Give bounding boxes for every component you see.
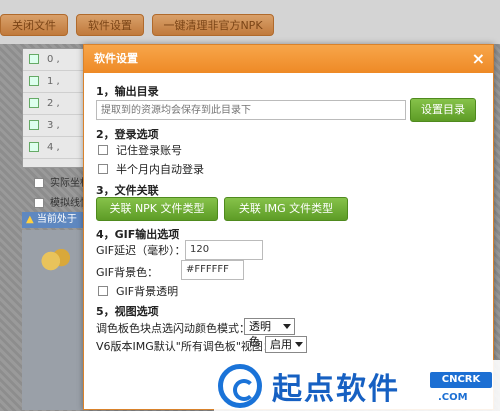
chevron-down-icon: [295, 342, 303, 347]
npk-file-list: 0 , 1 , 2 , 3 , 4 ,: [22, 48, 88, 168]
close-icon[interactable]: ×: [472, 45, 485, 73]
palette-mode-select[interactable]: 透明色: [244, 318, 295, 348]
watermark-text: 起点软件: [272, 372, 400, 407]
software-settings-button[interactable]: 软件设置: [76, 14, 144, 36]
cncrk-logo-icon: [218, 364, 262, 408]
gif-delay-input[interactable]: 120: [185, 240, 263, 260]
dialog-titlebar: 软件设置 ×: [84, 45, 493, 73]
list-item[interactable]: 4 ,: [23, 137, 87, 159]
output-section-title: 1，输出目录: [96, 85, 159, 98]
output-dir-input[interactable]: [96, 100, 406, 120]
dialog-title: 软件设置: [94, 52, 138, 65]
list-item[interactable]: 3 ,: [23, 115, 87, 137]
associate-npk-button[interactable]: 关联 NPK 文件类型: [96, 197, 218, 221]
warning-icon: ▲: [26, 214, 34, 225]
associate-img-button[interactable]: 关联 IMG 文件类型: [224, 197, 348, 221]
checkbox[interactable]: [98, 286, 108, 296]
option-label: 半个月内自动登录: [116, 163, 204, 176]
background-toolbar: 关闭文件 软件设置 一键清理非官方NPK: [0, 0, 500, 44]
gif-section-title: 4，GIF输出选项: [96, 228, 180, 241]
close-file-button[interactable]: 关闭文件: [0, 14, 68, 36]
checkbox[interactable]: [29, 76, 39, 86]
preview-image: [34, 244, 76, 278]
auto-login-option[interactable]: 半个月内自动登录: [98, 161, 204, 177]
checkbox[interactable]: [98, 145, 108, 155]
option-label: 记住登录账号: [116, 144, 182, 157]
chevron-down-icon: [283, 324, 291, 329]
checkbox[interactable]: [98, 164, 108, 174]
login-section-title: 2，登录选项: [96, 128, 159, 141]
set-directory-button[interactable]: 设置目录: [410, 98, 476, 122]
list-item[interactable]: 1 ,: [23, 71, 87, 93]
checkbox[interactable]: [29, 142, 39, 152]
gif-transparent-option[interactable]: GIF背景透明: [98, 283, 178, 299]
checkbox[interactable]: [29, 98, 39, 108]
gif-bg-color-input[interactable]: #FFFFFF: [181, 260, 244, 280]
option-label: GIF背景透明: [116, 285, 179, 298]
list-item-label: 0 ,: [47, 54, 60, 65]
checkbox[interactable]: [34, 198, 44, 208]
watermark-domain: .COM: [438, 392, 468, 403]
status-bar: ▲ 当前处于: [22, 212, 88, 228]
status-text: 当前处于: [36, 214, 77, 225]
v6-view-select[interactable]: 启用: [265, 336, 307, 353]
actual-coords-option[interactable]: 实际坐标: [34, 174, 90, 189]
gif-delay-label: GIF延迟（毫秒）：: [96, 244, 186, 257]
settings-dialog: 软件设置 × 1，输出目录 设置目录 2，登录选项 记住登录账号 半个月内自动登…: [83, 44, 494, 410]
list-item[interactable]: 0 ,: [23, 49, 87, 71]
list-item-label: 4 ,: [47, 142, 60, 153]
view-section-title: 5，视图选项: [96, 305, 159, 318]
clean-npk-button[interactable]: 一键清理非官方NPK: [152, 14, 274, 36]
palette-mode-label: 调色板色块点选闪动颜色模式：: [96, 322, 250, 335]
v6-view-label: V6版本IMG默认"所有调色板"视图：: [96, 340, 274, 353]
file-assoc-section-title: 3，文件关联: [96, 184, 159, 197]
checkbox[interactable]: [34, 178, 44, 188]
checkbox[interactable]: [29, 54, 39, 64]
watermark-badge: CNCRK: [430, 372, 492, 388]
v6-view-value: 启用: [270, 338, 292, 351]
remember-account-option[interactable]: 记住登录账号: [98, 142, 182, 158]
list-item-label: 3 ,: [47, 120, 60, 131]
simulate-linear-option[interactable]: 模拟线性: [34, 194, 90, 209]
gif-bg-label: GIF背景色：: [96, 266, 159, 279]
list-item-label: 1 ,: [47, 76, 60, 87]
list-item[interactable]: 2 ,: [23, 93, 87, 115]
list-item-label: 2 ,: [47, 98, 60, 109]
checkbox[interactable]: [29, 120, 39, 130]
